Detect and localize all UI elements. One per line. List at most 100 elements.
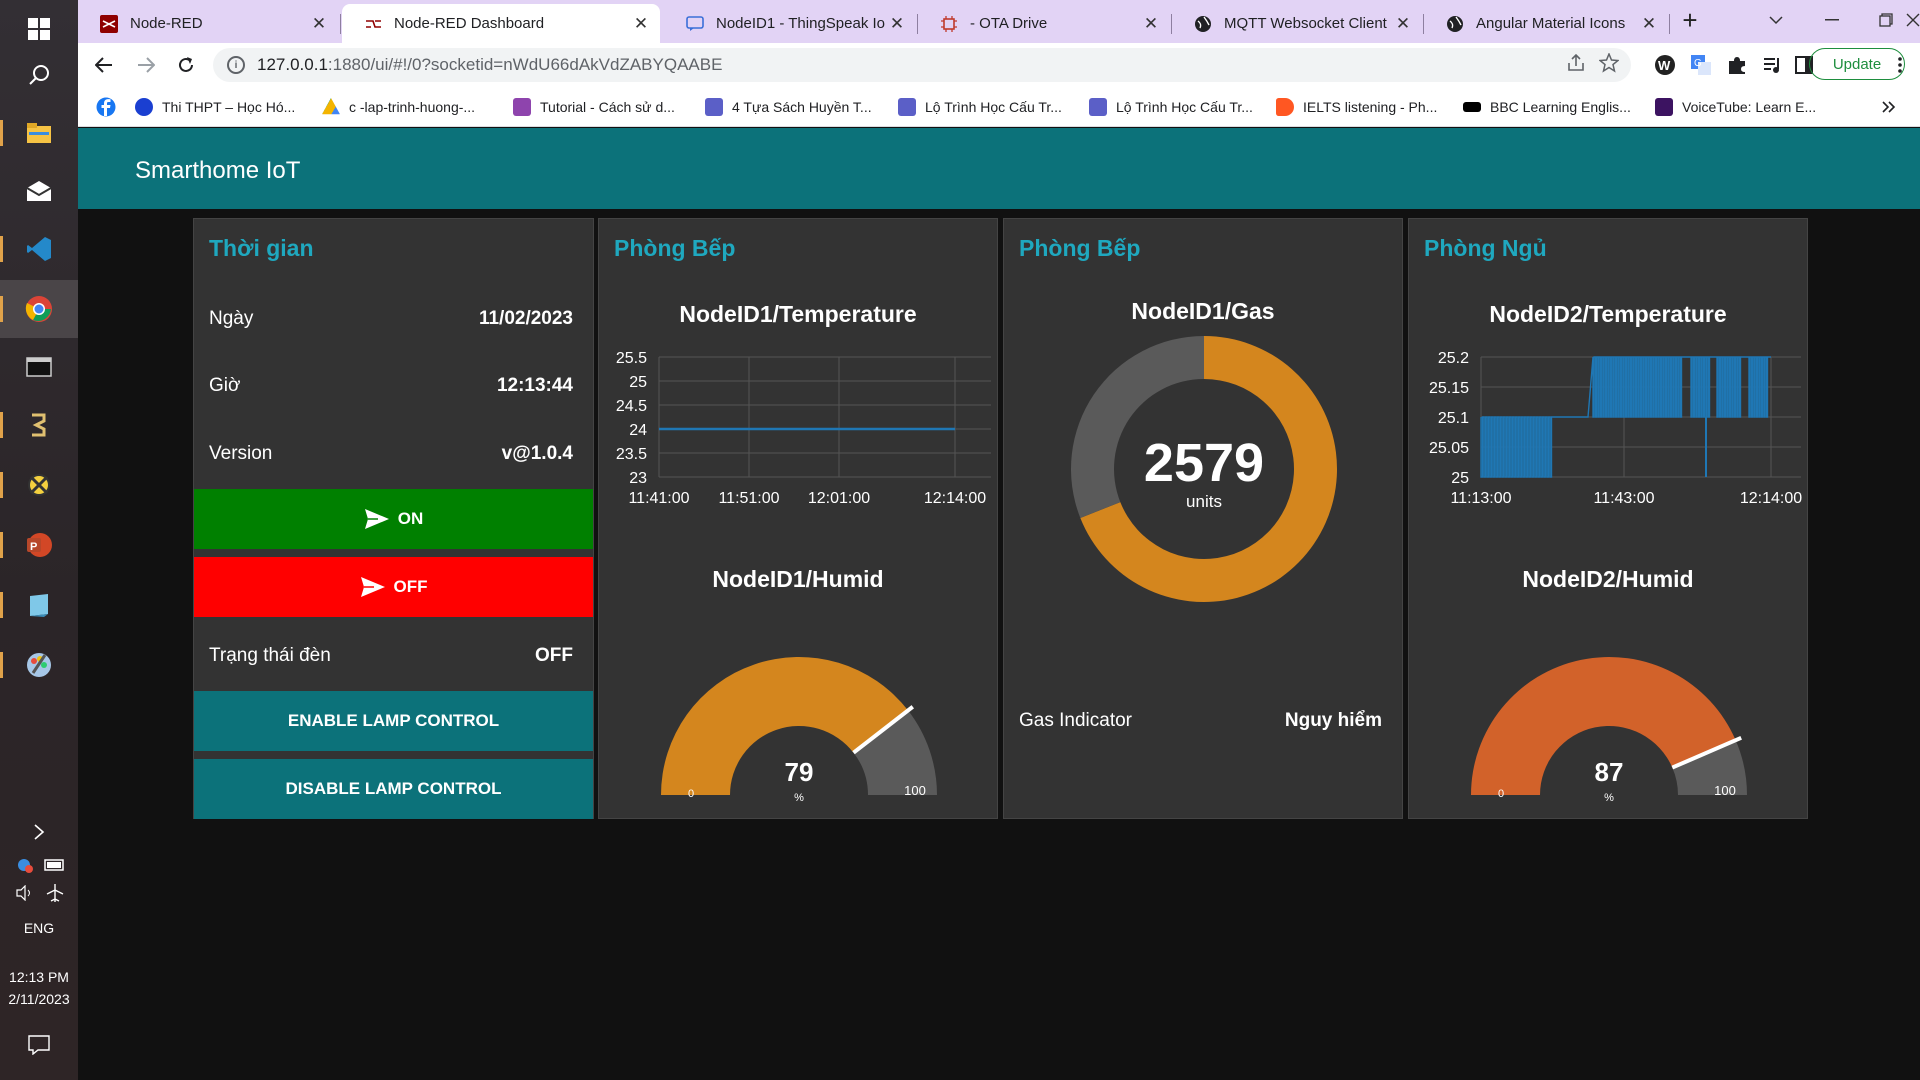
search-icon[interactable] bbox=[0, 46, 78, 104]
x-tick-label: 12:14:00 bbox=[924, 490, 986, 507]
card-title: Thời gian bbox=[209, 235, 314, 261]
card-title: Phòng Bếp bbox=[614, 235, 736, 261]
tab-search-chevron-icon[interactable] bbox=[1748, 0, 1804, 40]
dashboard-content: Thời gian Ngày 11/02/2023 Giờ 12:13:44 V… bbox=[78, 209, 1920, 1080]
svg-text:G: G bbox=[1694, 58, 1702, 69]
y-tick-label: 25.1 bbox=[1438, 410, 1469, 427]
nodeid2-humid-gauge: 87% 0 100 bbox=[1471, 656, 1747, 804]
terminal-icon[interactable] bbox=[0, 338, 78, 396]
gauge-value: 87 bbox=[1595, 757, 1624, 787]
app-icon[interactable] bbox=[0, 396, 78, 454]
close-window-button[interactable] bbox=[1906, 0, 1920, 40]
tab-angular-icons[interactable]: Angular Material Icons ✕ bbox=[1424, 4, 1668, 43]
more-bookmarks-chevron-icon[interactable] bbox=[1882, 97, 1896, 117]
reload-icon[interactable] bbox=[170, 49, 202, 81]
notification-icon[interactable] bbox=[0, 1016, 78, 1074]
chart-title: NodeID2/Temperature bbox=[1489, 301, 1727, 327]
file-explorer-icon[interactable] bbox=[0, 104, 78, 162]
y-tick-label: 25.15 bbox=[1429, 380, 1469, 397]
bookmark-item[interactable]: Tutorial - Cách sử d... bbox=[513, 97, 675, 117]
bookmark-item[interactable]: VoiceTube: Learn E... bbox=[1655, 97, 1816, 117]
tab-thingspeak[interactable]: NodeID1 - ThingSpeak Io ✕ bbox=[664, 4, 916, 43]
chevron-right-icon[interactable] bbox=[0, 806, 78, 858]
translate-icon[interactable]: G bbox=[1687, 51, 1715, 79]
media-control-icon[interactable] bbox=[1759, 51, 1787, 79]
nodeid1-humid-gauge: 79% 0 100 bbox=[661, 657, 937, 804]
date-label: Ngày bbox=[209, 308, 254, 329]
date-value: 11/02/2023 bbox=[478, 308, 573, 329]
tab-mqtt-client[interactable]: MQTT Websocket Client ✕ bbox=[1172, 4, 1422, 43]
tab-title: - OTA Drive bbox=[970, 15, 1048, 32]
tab-node-red-dashboard[interactable]: Node-RED Dashboard ✕ bbox=[342, 4, 660, 43]
close-icon[interactable]: ✕ bbox=[1638, 14, 1660, 34]
y-tick-label: 25 bbox=[629, 374, 647, 391]
windows-taskbar: P ENG 12:13 PM 2/11/2023 bbox=[0, 0, 78, 1080]
bookmark-item[interactable]: IELTS listening - Ph... bbox=[1276, 97, 1437, 117]
globe-icon bbox=[1446, 15, 1464, 33]
y-tick-label: 23 bbox=[629, 470, 647, 487]
gas-indicator-value: Nguy hiểm bbox=[1284, 710, 1382, 731]
info-icon[interactable]: i bbox=[227, 56, 245, 74]
tab-title: Node-RED Dashboard bbox=[394, 15, 545, 32]
bookmark-item[interactable]: 4 Tựa Sách Huyền T... bbox=[705, 97, 872, 117]
bookmark-item[interactable]: Lộ Trình Học Cấu Tr... bbox=[1089, 97, 1253, 117]
node-red-favicon bbox=[364, 15, 382, 33]
new-tab-button[interactable]: + bbox=[1670, 0, 1710, 40]
url-host: 127.0.0.1 bbox=[257, 55, 328, 74]
bookmark-label: Tutorial - Cách sử d... bbox=[540, 99, 675, 115]
more-menu-icon[interactable] bbox=[1890, 51, 1910, 79]
bookmark-item[interactable]: c -lap-trinh-huong-... bbox=[322, 97, 475, 117]
clock-date[interactable]: 2/11/2023 bbox=[0, 991, 78, 1007]
tab-node-red[interactable]: Node-RED ✕ bbox=[78, 4, 338, 43]
language-indicator[interactable]: ENG bbox=[0, 920, 78, 936]
node-red-favicon bbox=[100, 14, 118, 33]
chart-title: NodeID1/Gas bbox=[1131, 298, 1275, 324]
bookmark-item[interactable]: Thi THPT – Học Hó... bbox=[135, 97, 295, 117]
close-icon[interactable]: ✕ bbox=[1140, 14, 1162, 34]
tab-title: MQTT Websocket Client bbox=[1224, 15, 1387, 32]
extension-w-icon[interactable]: W bbox=[1651, 51, 1679, 79]
share-icon[interactable] bbox=[1567, 53, 1585, 77]
close-icon[interactable]: ✕ bbox=[886, 14, 908, 34]
bookmark-label: IELTS listening - Ph... bbox=[1303, 99, 1438, 115]
nodeid2-temperature-chart: 25.2 25.15 25.1 25.05 25 11:13:00 11:43:00 12:1… bbox=[1429, 350, 1802, 507]
address-bar[interactable]: i 127.0.0.1 :1880/ui/#!/0?socketid=nWdU6… bbox=[213, 48, 1631, 82]
off-button[interactable]: OFF bbox=[194, 557, 593, 617]
tool-icon[interactable] bbox=[0, 456, 78, 514]
svg-text:P: P bbox=[30, 541, 37, 553]
nodeid1-temperature-chart: 25.5 25 24.5 24 23.5 23 11:41:00 11:51:00 12:01:… bbox=[616, 350, 991, 507]
close-icon[interactable]: ✕ bbox=[1392, 14, 1414, 34]
vscode-icon[interactable] bbox=[0, 220, 78, 278]
gas-indicator-label: Gas Indicator bbox=[1019, 710, 1132, 731]
extensions-puzzle-icon[interactable] bbox=[1723, 51, 1751, 79]
bookmark-item[interactable]: Lộ Trình Học Cấu Tr... bbox=[898, 97, 1062, 117]
bookmark-label: Thi THPT – Học Hó... bbox=[162, 99, 296, 115]
x-tick-label: 12:01:00 bbox=[808, 490, 870, 507]
minimize-button[interactable] bbox=[1804, 0, 1860, 40]
forward-arrow-icon[interactable] bbox=[130, 49, 162, 81]
mail-icon[interactable] bbox=[0, 162, 78, 220]
y-tick-label: 25.2 bbox=[1438, 350, 1469, 367]
disable-lamp-control-button[interactable]: DISABLE LAMP CONTROL bbox=[194, 759, 593, 819]
y-tick-label: 25 bbox=[1451, 470, 1469, 487]
facebook-icon[interactable] bbox=[96, 97, 116, 117]
bookmark-star-icon[interactable] bbox=[1598, 51, 1620, 78]
paint-icon[interactable] bbox=[0, 636, 78, 694]
back-arrow-icon[interactable] bbox=[88, 49, 120, 81]
chrome-icon[interactable] bbox=[0, 280, 78, 338]
on-label: ON bbox=[397, 509, 424, 528]
send-icon bbox=[364, 508, 390, 530]
bookmark-label: Lộ Trình Học Cấu Tr... bbox=[925, 99, 1062, 115]
on-button[interactable]: ON bbox=[194, 489, 593, 549]
card-title: Phòng Bếp bbox=[1019, 235, 1141, 261]
notes-icon[interactable] bbox=[0, 576, 78, 634]
enable-lamp-control-button[interactable]: ENABLE LAMP CONTROL bbox=[194, 691, 593, 751]
clock-time[interactable]: 12:13 PM bbox=[0, 969, 78, 985]
close-icon[interactable]: ✕ bbox=[308, 14, 330, 34]
bookmark-label: c -lap-trinh-huong-... bbox=[349, 99, 476, 115]
powerpoint-icon[interactable]: P bbox=[0, 516, 78, 574]
close-icon[interactable]: ✕ bbox=[630, 14, 652, 34]
gas-card: Phòng Bếp NodeID1/Gas 2579 units Gas Indi… bbox=[1003, 218, 1403, 819]
bookmark-item[interactable]: BBC Learning Englis... bbox=[1463, 97, 1631, 117]
tab-ota-drive[interactable]: - OTA Drive ✕ bbox=[918, 4, 1170, 43]
